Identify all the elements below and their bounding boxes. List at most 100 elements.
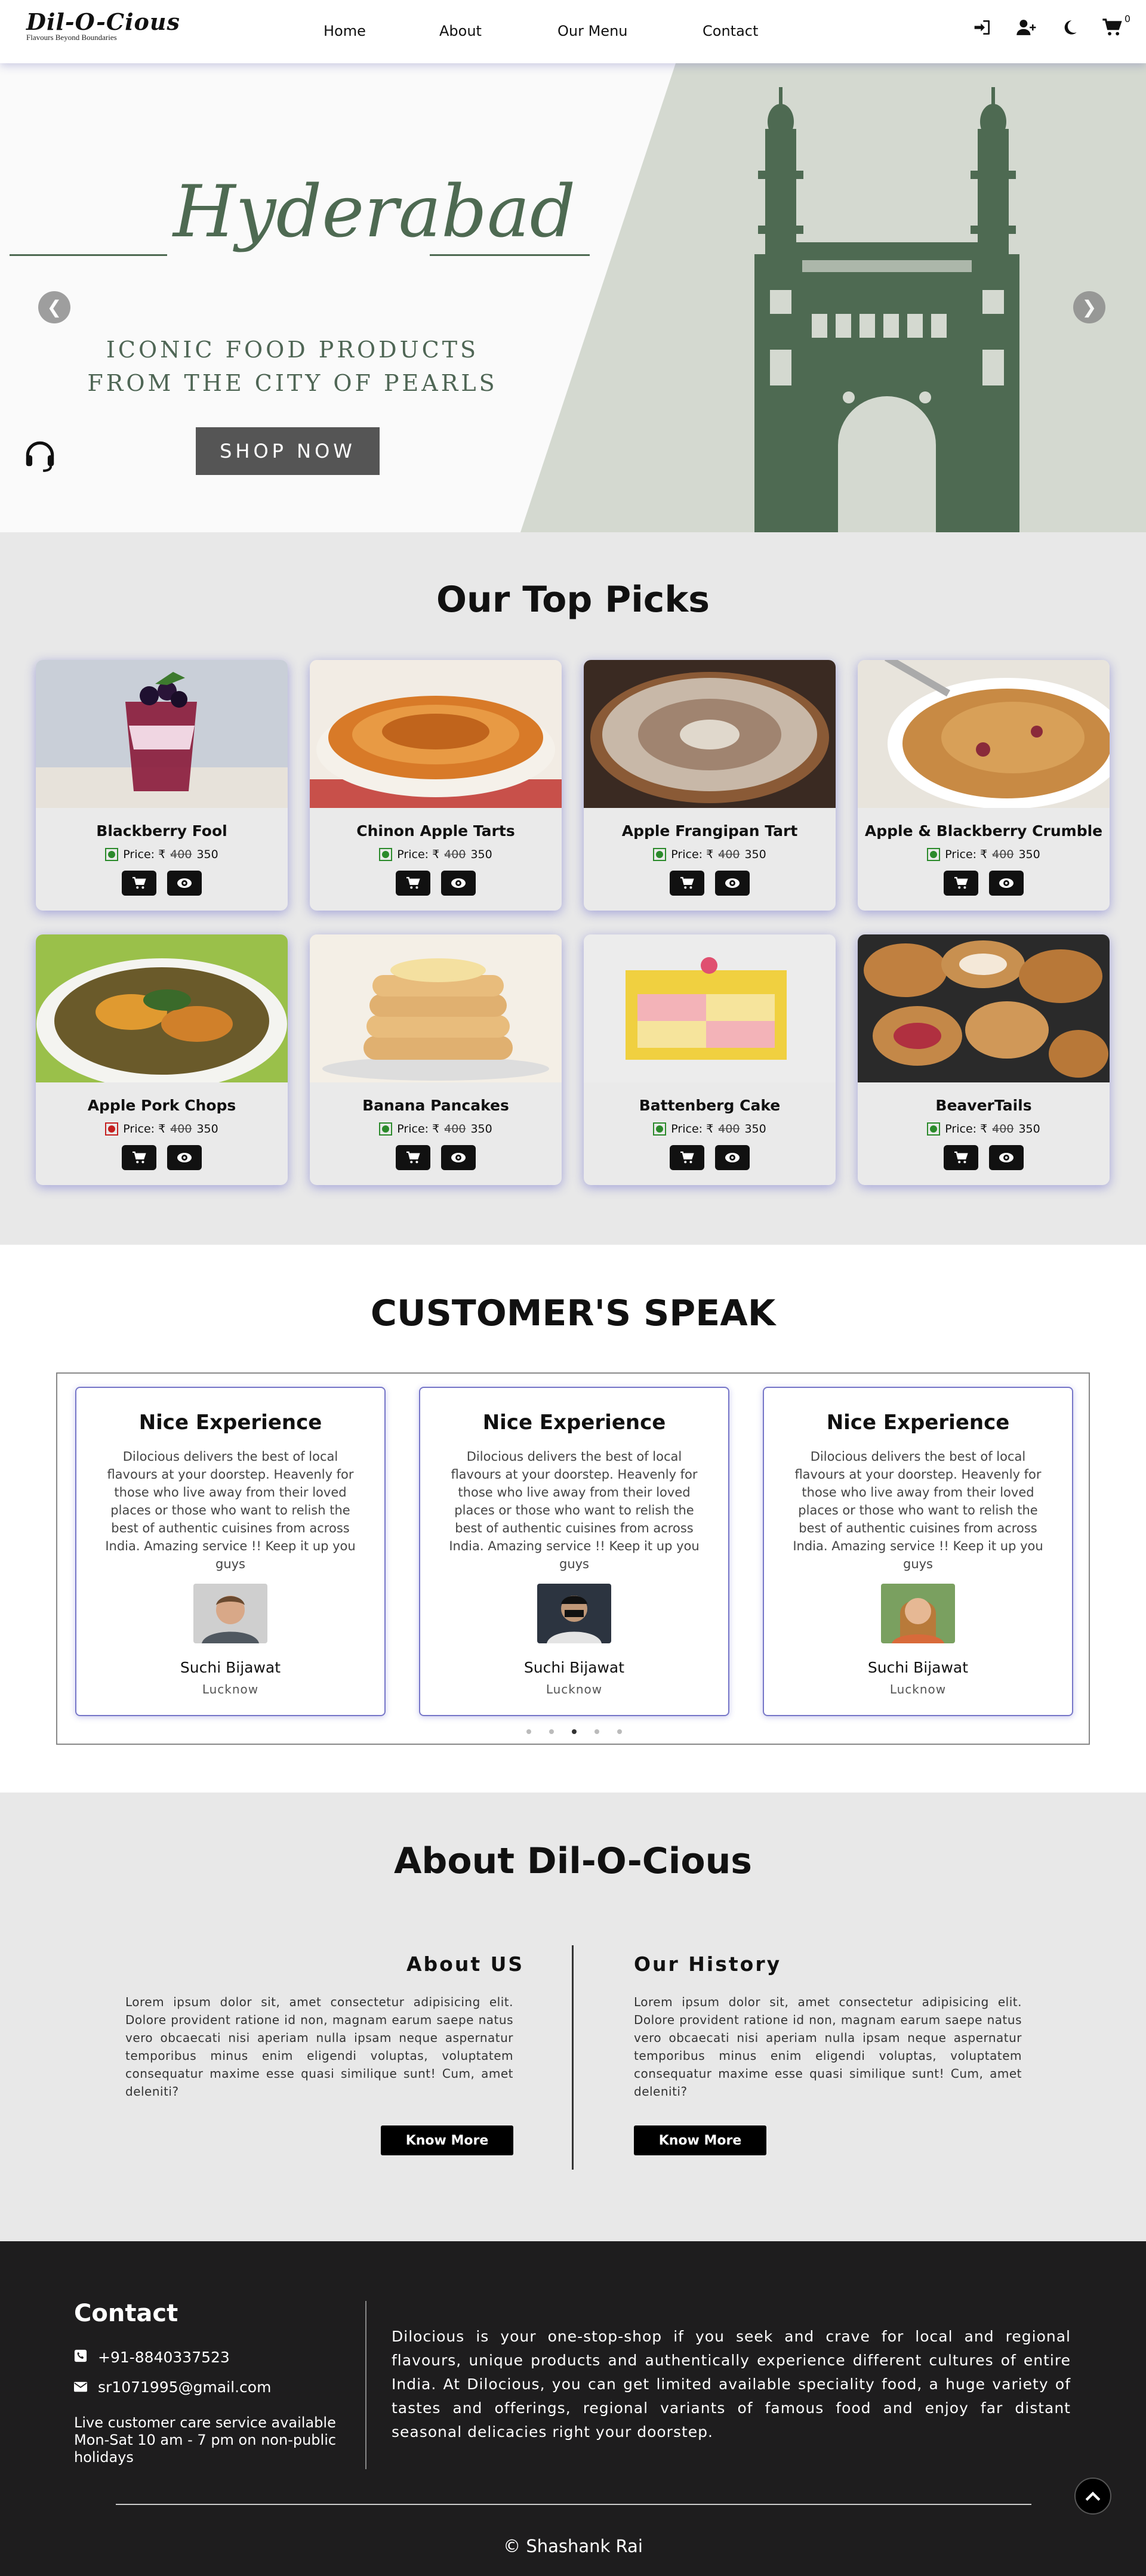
add-to-cart-button[interactable] bbox=[944, 1145, 978, 1170]
veg-indicator-icon bbox=[379, 1122, 393, 1136]
quick-view-button[interactable] bbox=[167, 1145, 202, 1170]
quick-view-button[interactable] bbox=[441, 1145, 476, 1170]
reviewer-city: Lucknow bbox=[546, 1682, 603, 1696]
about-title: About Dil-O-Cious bbox=[394, 1840, 752, 1882]
contact-phone[interactable]: +91-8840337523 bbox=[74, 2349, 230, 2366]
headset-support-icon[interactable] bbox=[21, 437, 58, 482]
product-card[interactable]: Blackberry Fool Price: ₹ 400 350 bbox=[36, 660, 288, 911]
product-card[interactable]: BeaverTails Price: ₹ 400 350 bbox=[858, 934, 1110, 1185]
nav-link-home[interactable]: Home bbox=[324, 23, 366, 39]
quick-view-button[interactable] bbox=[989, 1145, 1024, 1170]
product-price: Price: ₹ 400 350 bbox=[310, 1122, 562, 1136]
carousel-dots bbox=[57, 1729, 1091, 1734]
price-label: Price: ₹ bbox=[397, 1122, 440, 1136]
shop-now-button[interactable]: SHOP NOW bbox=[196, 427, 380, 475]
testimonial-title: Nice Experience bbox=[482, 1411, 666, 1434]
eye-icon bbox=[177, 1153, 192, 1162]
veg-indicator-icon bbox=[653, 1122, 667, 1136]
navbar: Dil-O-Cious Flavours Beyond Boundaries H… bbox=[0, 0, 1146, 63]
reviewer-city: Lucknow bbox=[889, 1682, 947, 1696]
product-image[interactable] bbox=[584, 660, 836, 808]
cart-icon bbox=[680, 877, 694, 889]
quick-view-button[interactable] bbox=[441, 871, 476, 896]
eye-icon bbox=[451, 878, 466, 888]
testimonial-text: Dilocious delivers the best of local fla… bbox=[105, 1449, 356, 1571]
carousel-prev-arrow[interactable]: ❮ bbox=[38, 291, 70, 323]
testimonial-text: Dilocious delivers the best of local fla… bbox=[449, 1449, 700, 1571]
testimonials-title: CUSTOMER'S SPEAK bbox=[370, 1292, 776, 1334]
moon-icon[interactable] bbox=[1061, 19, 1078, 41]
veg-indicator-icon bbox=[105, 848, 119, 861]
product-price: Price: ₹ 400 350 bbox=[858, 1122, 1110, 1136]
product-card[interactable]: Apple Frangipan Tart Price: ₹ 400 350 bbox=[584, 660, 836, 911]
old-price: 400 bbox=[444, 848, 466, 861]
top-picks-section: Our Top Picks Blackberry Fool Price: ₹ 4… bbox=[0, 532, 1146, 1245]
hero-script-title: Hyderabad bbox=[173, 171, 576, 254]
nav-link-about[interactable]: About bbox=[439, 23, 482, 39]
add-user-icon[interactable] bbox=[1016, 18, 1037, 42]
customer-care-note: Live customer care service available Mon… bbox=[74, 2414, 337, 2466]
carousel-dot[interactable] bbox=[617, 1729, 622, 1734]
hero-tagline: ICONIC FOOD PRODUCTS FROM THE CITY OF PE… bbox=[87, 337, 498, 396]
product-actions bbox=[36, 1145, 288, 1170]
add-to-cart-button[interactable] bbox=[396, 871, 430, 896]
product-card[interactable]: Banana Pancakes Price: ₹ 400 350 bbox=[310, 934, 562, 1185]
add-to-cart-button[interactable] bbox=[122, 871, 156, 896]
eye-icon bbox=[999, 878, 1013, 888]
add-to-cart-button[interactable] bbox=[122, 1145, 156, 1170]
veg-indicator-icon bbox=[927, 1122, 941, 1136]
product-actions bbox=[36, 871, 288, 896]
history-know-more-button[interactable]: Know More bbox=[634, 2125, 766, 2155]
nav-link-menu[interactable]: Our Menu bbox=[557, 23, 628, 39]
product-card[interactable]: Apple & Blackberry Crumble Price: ₹ 400 … bbox=[858, 660, 1110, 911]
cart-icon bbox=[954, 1151, 968, 1164]
product-actions bbox=[858, 871, 1110, 896]
product-price: Price: ₹ 400 350 bbox=[858, 848, 1110, 861]
nav-link-contact[interactable]: Contact bbox=[703, 23, 758, 39]
about-section: About Dil-O-Cious About US Lorem ipsum d… bbox=[0, 1793, 1146, 2241]
hero-line-right bbox=[430, 254, 590, 256]
carousel-next-arrow[interactable]: ❯ bbox=[1073, 291, 1105, 323]
product-image[interactable] bbox=[858, 660, 1110, 809]
quick-view-button[interactable] bbox=[715, 871, 750, 896]
cart-icon[interactable]: 0 bbox=[1102, 13, 1130, 42]
product-image[interactable] bbox=[310, 934, 562, 1082]
nav-icon-group: 0 bbox=[973, 13, 1130, 42]
nonveg-indicator-icon bbox=[105, 1122, 119, 1136]
product-image[interactable] bbox=[36, 660, 288, 808]
current-price: 350 bbox=[744, 1122, 766, 1136]
carousel-dot[interactable] bbox=[526, 1729, 531, 1734]
product-card[interactable]: Chinon Apple Tarts Price: ₹ 400 350 bbox=[310, 660, 562, 911]
eye-icon bbox=[177, 878, 192, 888]
product-card[interactable]: Battenberg Cake Price: ₹ 400 350 bbox=[584, 934, 836, 1185]
carousel-dot[interactable] bbox=[549, 1729, 554, 1734]
product-card[interactable]: Apple Pork Chops Price: ₹ 400 350 bbox=[36, 934, 288, 1185]
add-to-cart-button[interactable] bbox=[944, 871, 978, 896]
email-address: sr1071995@gmail.com bbox=[98, 2378, 272, 2396]
site-logo[interactable]: Dil-O-Cious Flavours Beyond Boundaries bbox=[26, 8, 180, 42]
eye-icon bbox=[725, 878, 740, 888]
add-to-cart-button[interactable] bbox=[670, 871, 704, 896]
about-know-more-button[interactable]: Know More bbox=[381, 2125, 513, 2155]
quick-view-button[interactable] bbox=[167, 871, 202, 896]
product-image[interactable] bbox=[36, 934, 288, 1090]
product-image[interactable] bbox=[310, 660, 562, 808]
hero-carousel: Hyderabad ICONIC FOOD PRODUCTS FROM THE … bbox=[0, 63, 1146, 532]
current-price: 350 bbox=[196, 1122, 218, 1136]
quick-view-button[interactable] bbox=[715, 1145, 750, 1170]
add-to-cart-button[interactable] bbox=[670, 1145, 704, 1170]
carousel-dot[interactable] bbox=[594, 1729, 599, 1734]
carousel-dot[interactable] bbox=[572, 1729, 577, 1734]
old-price: 400 bbox=[718, 1122, 740, 1136]
contact-email[interactable]: sr1071995@gmail.com bbox=[74, 2378, 271, 2396]
current-price: 350 bbox=[1018, 1122, 1040, 1136]
product-image[interactable] bbox=[858, 934, 1110, 1082]
product-image[interactable] bbox=[584, 934, 836, 1082]
product-price: Price: ₹ 400 350 bbox=[584, 1122, 836, 1136]
quick-view-button[interactable] bbox=[989, 871, 1024, 896]
scroll-to-top-button[interactable] bbox=[1074, 2478, 1111, 2515]
add-to-cart-button[interactable] bbox=[396, 1145, 430, 1170]
old-price: 400 bbox=[718, 848, 740, 861]
price-label: Price: ₹ bbox=[671, 1122, 714, 1136]
login-icon[interactable] bbox=[973, 18, 992, 42]
